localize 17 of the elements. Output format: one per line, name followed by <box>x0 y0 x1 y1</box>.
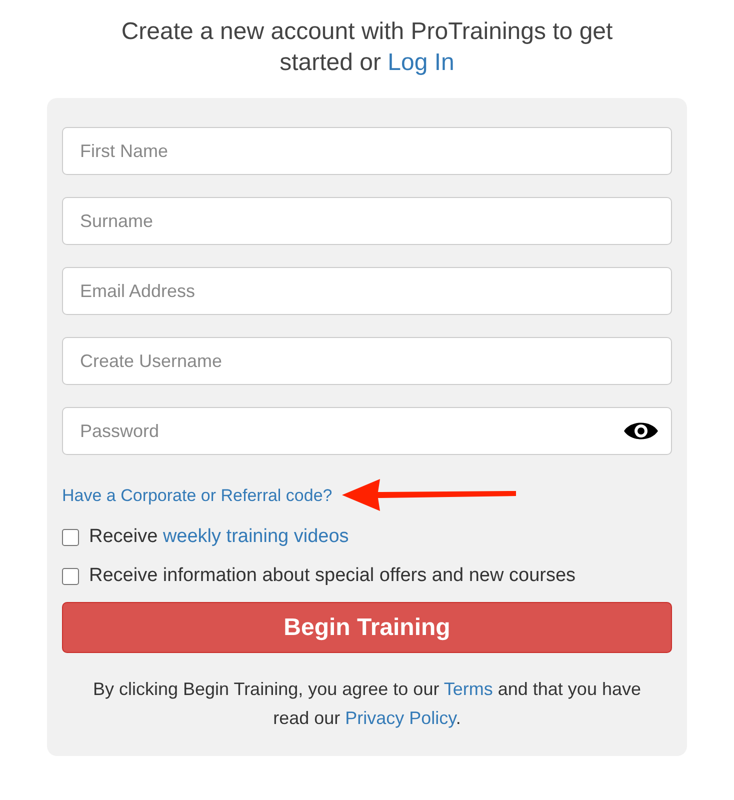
input-field[interactable]: Surname <box>62 197 672 246</box>
checkbox[interactable] <box>62 529 79 546</box>
log-in-link[interactable]: Log In <box>388 49 454 76</box>
checkbox-label: Receive information about special offers and new courses <box>89 564 576 588</box>
referral-code-link[interactable]: Have a Corporate or Referral code? <box>62 482 332 508</box>
input-field[interactable]: First Name <box>62 127 672 176</box>
input-field[interactable]: Email Address <box>62 267 672 316</box>
checkbox-label: Receive weekly training videos <box>89 525 349 550</box>
heading: Create a new account with ProTrainings to get started or Log In <box>120 17 614 78</box>
begin-training-button[interactable]: Begin Training <box>62 602 672 654</box>
privacy-policy-link[interactable]: Privacy Policy <box>345 708 456 728</box>
terms-text: By clicking Begin Training, you agree to our Terms and that you have read our Privacy Policy. <box>92 678 642 730</box>
terms-link[interactable]: Terms <box>444 679 493 700</box>
checkbox[interactable] <box>62 568 79 585</box>
training-videos-link[interactable]: weekly training videos <box>162 526 349 548</box>
input-field[interactable]: Create Username <box>62 337 672 386</box>
password-field[interactable]: Password <box>62 407 672 456</box>
